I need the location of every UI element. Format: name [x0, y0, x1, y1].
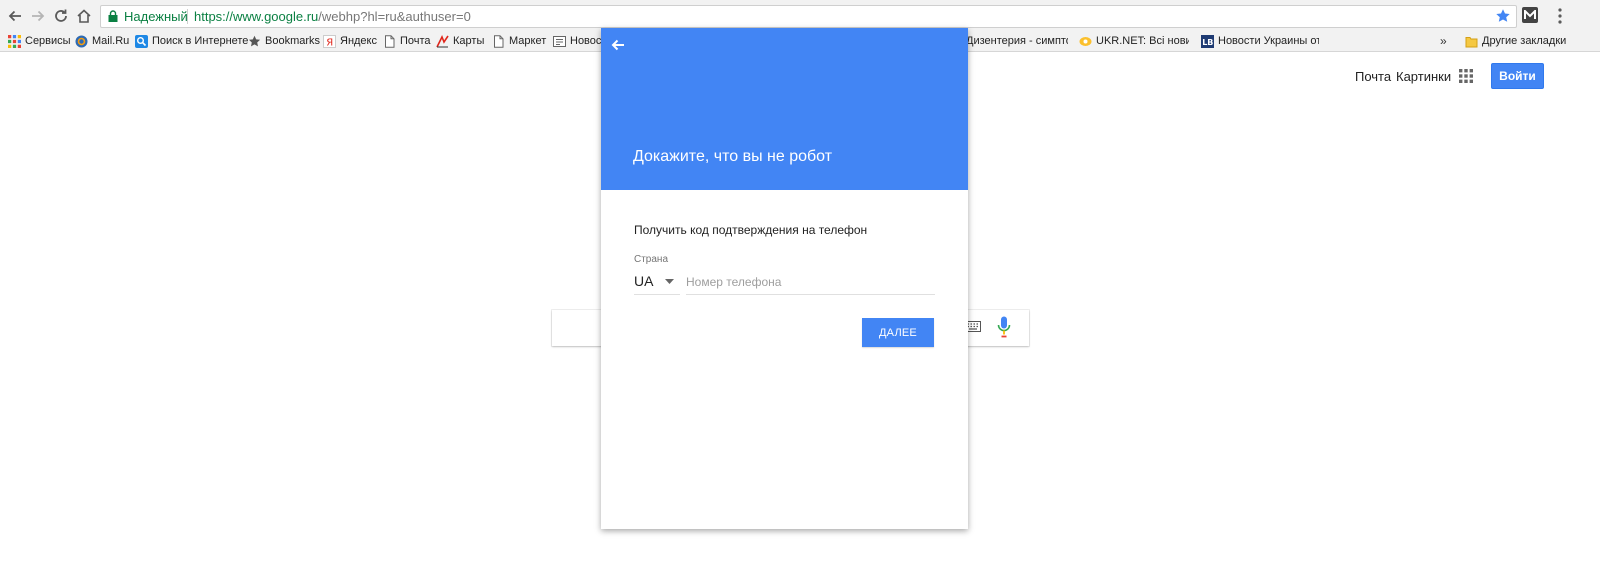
- news-icon: [553, 35, 566, 47]
- forward-button[interactable]: [28, 6, 48, 26]
- bookmark-label: Bookmarks: [265, 35, 321, 47]
- bookmark-bookmarks[interactable]: Bookmarks: [248, 33, 320, 49]
- browser-toolbar: Надежный https://www.google.ru/webhp?hl=…: [0, 0, 1600, 31]
- bookmark-label: Маркет: [509, 35, 547, 47]
- apps-grid-icon: [8, 34, 21, 48]
- mailru-icon: [75, 35, 88, 47]
- back-arrow-icon[interactable]: [610, 37, 626, 53]
- other-bookmarks-folder[interactable]: Другие закладки: [1465, 33, 1566, 49]
- dialog-subtitle: Получить код подтверждения на телефон: [634, 223, 868, 237]
- mail-link[interactable]: Почта: [1355, 69, 1391, 84]
- bookmark-label: UKR.NET: Всі новини: [1096, 35, 1189, 47]
- bookmark-yandex[interactable]: Я Яндекс: [323, 33, 377, 49]
- url-host: https://www.google.ru: [194, 9, 319, 24]
- country-label: Страна: [634, 254, 669, 265]
- verification-dialog: Докажите, что вы не робот Получить код п…: [601, 28, 968, 529]
- svg-text:Я: Я: [326, 37, 333, 48]
- next-button[interactable]: ДАЛЕЕ: [862, 318, 934, 347]
- bookmark-label: Поиск в Интернете: [152, 35, 249, 47]
- arrow-right-icon: [32, 10, 45, 22]
- bookmark-label: Почта: [400, 35, 431, 47]
- page-icon: [385, 34, 395, 48]
- home-icon: [77, 9, 91, 23]
- lb-icon: LB: [1201, 34, 1214, 48]
- bookmarks-overflow-button[interactable]: »: [1440, 34, 1447, 48]
- microphone-icon[interactable]: [997, 316, 1011, 338]
- search-icon: [135, 34, 148, 48]
- bookmark-internet-search[interactable]: Поиск в Интернете: [135, 33, 248, 49]
- country-select[interactable]: UA: [634, 272, 680, 295]
- folder-icon: [1465, 36, 1478, 47]
- bookmark-ukraine-news[interactable]: LB Новости Украины от: [1201, 33, 1319, 49]
- bookmark-label: Карты: [453, 35, 485, 47]
- bookmark-dysentery[interactable]: Дизентерия - симпто: [958, 33, 1068, 49]
- bookmark-label: Сервисы: [25, 35, 71, 47]
- images-link[interactable]: Картинки: [1396, 69, 1451, 84]
- bookmark-mail[interactable]: Почта: [383, 33, 431, 49]
- svg-text:LB: LB: [1202, 38, 1213, 47]
- phone-placeholder: Номер телефона: [686, 275, 782, 289]
- bookmark-label: Яндекс: [340, 35, 377, 47]
- dialog-header: Докажите, что вы не робот: [601, 28, 968, 190]
- reload-button[interactable]: [51, 6, 71, 26]
- lock-icon: [108, 10, 118, 22]
- url-path: /webhp?hl=ru&authuser=0: [318, 9, 471, 24]
- bookmark-label: Новост: [570, 35, 601, 47]
- extension-button[interactable]: [1522, 7, 1538, 23]
- arrow-left-icon: [8, 10, 21, 22]
- ukrnet-icon: [1079, 36, 1092, 46]
- bookmark-star-icon[interactable]: [1495, 8, 1511, 24]
- bookmark-market[interactable]: Маркет: [492, 33, 546, 49]
- dialog-title: Докажите, что вы не робот: [633, 148, 833, 165]
- maps-icon: [436, 34, 449, 47]
- country-value: UA: [634, 273, 654, 289]
- star-icon: [248, 35, 261, 46]
- back-button[interactable]: [5, 6, 25, 26]
- bookmark-services[interactable]: Сервисы: [8, 33, 71, 49]
- bookmark-label: Новости Украины от: [1218, 35, 1319, 47]
- page-icon: [494, 34, 504, 48]
- bookmark-ukrnet[interactable]: UKR.NET: Всі новини: [1079, 33, 1189, 49]
- dropdown-caret-icon: [665, 279, 674, 284]
- bookmark-label: Mail.Ru: [92, 35, 130, 47]
- yandex-icon: Я: [323, 34, 336, 48]
- google-apps-icon[interactable]: [1459, 69, 1473, 83]
- menu-dots-icon[interactable]: [1552, 7, 1568, 25]
- security-label: Надежный: [124, 9, 188, 24]
- url-text: https://www.google.ru/webhp?hl=ru&authus…: [194, 9, 471, 24]
- bookmark-maps[interactable]: Карты: [436, 33, 484, 49]
- bookmark-news[interactable]: Новост: [553, 33, 601, 49]
- bookmark-label: Другие закладки: [1482, 35, 1567, 47]
- address-bar[interactable]: Надежный https://www.google.ru/webhp?hl=…: [100, 5, 1517, 28]
- bookmark-label: Дизентерия - симпто: [966, 35, 1068, 47]
- home-button[interactable]: [74, 6, 94, 26]
- signin-button[interactable]: Войти: [1491, 63, 1544, 89]
- phone-number-input[interactable]: Номер телефона: [686, 272, 935, 295]
- reload-icon: [55, 9, 67, 22]
- bookmark-mailru[interactable]: Mail.Ru: [75, 33, 129, 49]
- omnibox-divider: [187, 9, 188, 24]
- m-logo-icon: [1524, 10, 1536, 19]
